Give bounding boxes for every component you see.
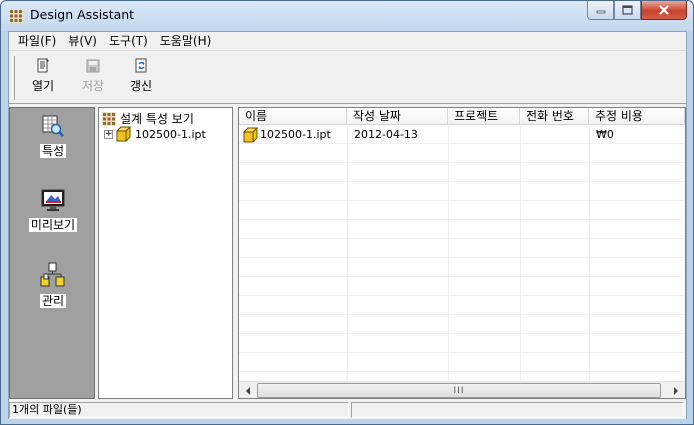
column-header-cost[interactable]: 추정 비용 <box>589 108 685 125</box>
toolbar-grip[interactable] <box>12 56 15 100</box>
scroll-thumb-grip: III <box>453 385 465 396</box>
scroll-left-icon <box>245 386 250 395</box>
file-list-view: 이름 작성 날짜 프로젝트 전화 번호 추정 비용 102500-1.ipt 2… <box>238 107 686 399</box>
scroll-left-button[interactable] <box>239 382 256 398</box>
nav-item-manage[interactable]: 관리 <box>10 262 96 308</box>
menu-file[interactable]: 파일(F) <box>12 32 62 50</box>
open-icon <box>37 58 49 73</box>
list-item <box>239 240 685 258</box>
design-properties-icon <box>102 111 116 126</box>
caption-buttons <box>587 1 687 21</box>
manage-icon <box>40 262 65 287</box>
column-header-created[interactable]: 작성 날짜 <box>347 108 448 125</box>
open-label: 열기 <box>31 79 55 93</box>
left-nav-panel: 특성 미리보기 관리 <box>9 107 95 399</box>
minimize-icon <box>596 10 605 14</box>
minimize-button[interactable] <box>587 1 614 20</box>
table-row[interactable]: 102500-1.ipt 2012-04-13 ₩0 <box>239 126 685 144</box>
scroll-right-button[interactable] <box>667 382 684 398</box>
menu-view[interactable]: 뷰(V) <box>62 32 103 50</box>
close-icon <box>659 5 669 15</box>
preview-icon <box>41 189 65 211</box>
scroll-right-icon <box>673 386 678 395</box>
list-item <box>239 202 685 220</box>
list-item <box>239 164 685 182</box>
design-properties-tree: 설계 특성 보기 + 102500-1.ipt <box>98 107 233 399</box>
toolbar: 열기 저장 갱신 <box>9 52 686 104</box>
menu-help[interactable]: 도움말(H) <box>154 32 218 50</box>
refresh-button[interactable]: 갱신 <box>117 55 165 99</box>
list-item <box>239 354 685 372</box>
list-item <box>239 297 685 315</box>
nav-label-preview: 미리보기 <box>28 218 78 232</box>
column-header-phone[interactable]: 전화 번호 <box>520 108 589 125</box>
status-pane-secondary <box>351 402 684 418</box>
tree-item-label: 102500-1.ipt <box>135 127 206 141</box>
list-header: 이름 작성 날짜 프로젝트 전화 번호 추정 비용 <box>239 108 685 125</box>
list-item <box>239 183 685 201</box>
maximize-button[interactable] <box>614 1 641 20</box>
scroll-thumb[interactable]: III <box>257 383 661 398</box>
save-icon <box>86 59 100 73</box>
close-button[interactable] <box>641 1 687 20</box>
nav-item-properties[interactable]: 특성 <box>10 114 96 158</box>
tree-expander[interactable]: + <box>104 129 113 139</box>
open-button[interactable]: 열기 <box>19 55 67 99</box>
tree-root[interactable]: 설계 특성 보기 <box>102 110 194 127</box>
menu-tools[interactable]: 도구(T) <box>103 32 154 50</box>
nav-label-properties: 특성 <box>39 144 67 158</box>
status-bar: 1개의 파일(들) <box>9 401 686 419</box>
part-cube-icon <box>242 127 258 143</box>
list-item <box>239 335 685 353</box>
client-area: 파일(F) 뷰(V) 도구(T) 도움말(H) 열기 저장 갱신 특성 미리보기… <box>8 31 687 419</box>
list-item <box>239 278 685 296</box>
column-header-name[interactable]: 이름 <box>239 108 347 125</box>
cell-cost: ₩0 <box>596 128 614 141</box>
cell-name: 102500-1.ipt <box>260 128 331 141</box>
save-button[interactable]: 저장 <box>69 55 117 99</box>
part-cube-icon <box>115 126 131 142</box>
list-item <box>239 145 685 163</box>
list-grid: 102500-1.ipt 2012-04-13 ₩0 <box>239 126 685 381</box>
refresh-label: 갱신 <box>129 79 153 93</box>
list-item <box>239 221 685 239</box>
status-text: 1개의 파일(들) <box>9 402 349 418</box>
cell-created: 2012-04-13 <box>354 128 418 141</box>
tree-item-part[interactable]: + 102500-1.ipt <box>104 126 206 142</box>
window-title: Design Assistant <box>30 7 135 22</box>
nav-label-manage: 관리 <box>39 294 67 308</box>
nav-item-preview[interactable]: 미리보기 <box>10 188 96 232</box>
list-item <box>239 316 685 334</box>
maximize-icon <box>622 5 633 15</box>
horizontal-scrollbar[interactable]: III <box>239 381 685 398</box>
list-item <box>239 259 685 277</box>
column-header-project[interactable]: 프로젝트 <box>448 108 520 125</box>
properties-icon <box>42 115 64 137</box>
title-bar[interactable]: Design Assistant <box>1 1 693 31</box>
app-window: Design Assistant 파일(F) 뷰(V) 도구(T) 도움말(H) <box>0 0 694 425</box>
refresh-icon <box>135 58 147 73</box>
save-label: 저장 <box>81 79 105 93</box>
menu-bar: 파일(F) 뷰(V) 도구(T) 도움말(H) <box>9 32 686 51</box>
tree-root-label: 설계 특성 보기 <box>120 112 194 126</box>
design-assistant-app-icon <box>9 9 23 23</box>
